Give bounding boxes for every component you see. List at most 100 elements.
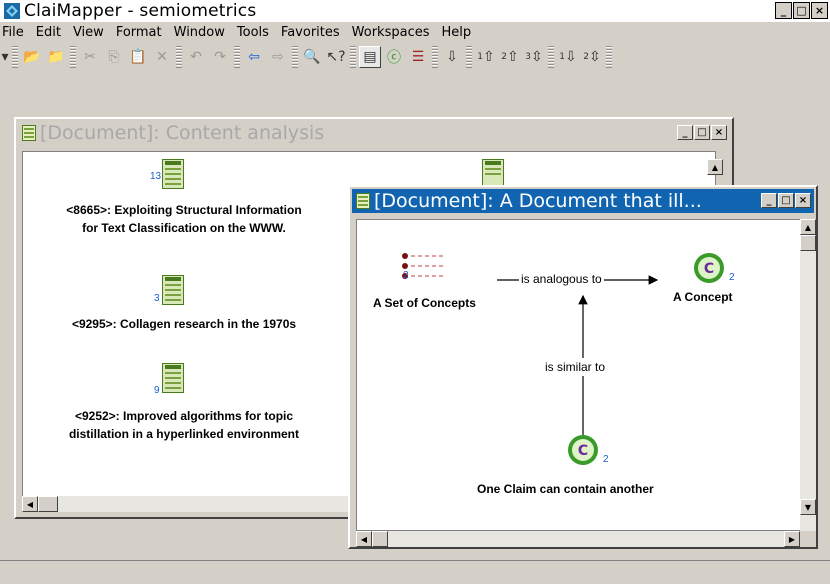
horizontal-scrollbar[interactable] bbox=[356, 531, 800, 547]
find-icon[interactable]: 🔍 bbox=[301, 46, 323, 68]
menu-view[interactable]: View bbox=[67, 25, 110, 40]
concept-label[interactable]: A Concept bbox=[673, 290, 733, 304]
menu-format[interactable]: Format bbox=[110, 25, 168, 40]
close-button[interactable]: × bbox=[811, 2, 828, 19]
minimize-button[interactable]: _ bbox=[761, 193, 777, 208]
menu-workspaces[interactable]: Workspaces bbox=[346, 25, 436, 40]
toolbar-grip bbox=[466, 46, 472, 68]
toolbar-grip bbox=[548, 46, 554, 68]
concept-view-icon[interactable]: ⓒ bbox=[383, 46, 405, 68]
document-node[interactable]: 3 <9295>: Collagen research in the 1970s bbox=[24, 271, 344, 331]
toolbar-grip bbox=[432, 46, 438, 68]
maximize-button[interactable]: □ bbox=[793, 2, 810, 19]
claimapper-logo-icon bbox=[4, 3, 20, 19]
document-count: 9 bbox=[154, 385, 160, 396]
arrow-down-icon[interactable]: ⇩ bbox=[441, 46, 463, 68]
concept-c-icon[interactable]: C bbox=[567, 434, 599, 466]
document-icon bbox=[22, 125, 36, 141]
back-arrow-icon[interactable]: ⇦ bbox=[243, 46, 265, 68]
claim-count: 2 bbox=[603, 454, 609, 465]
title-bar: ClaiMapper - semiometrics _ □ × bbox=[0, 0, 830, 22]
level-up-3-icon[interactable]: 3 ⇳ bbox=[523, 46, 545, 68]
concept-set-icon[interactable] bbox=[397, 248, 447, 288]
document-icon bbox=[162, 275, 184, 305]
delete-icon[interactable]: ✕ bbox=[151, 46, 173, 68]
paste-icon[interactable]: 📋 bbox=[127, 46, 149, 68]
new-folder-icon[interactable]: 📁 bbox=[45, 46, 67, 68]
document-title-cont: for Text Classification on the WWW. bbox=[82, 221, 286, 235]
level-up-1-icon[interactable]: 1 ⇧ bbox=[475, 46, 497, 68]
scroll-left-button[interactable]: ◀ bbox=[356, 531, 372, 547]
menu-favorites[interactable]: Favorites bbox=[275, 25, 346, 40]
redo-icon[interactable]: ↷ bbox=[209, 46, 231, 68]
menu-window[interactable]: Window bbox=[168, 25, 231, 40]
vertical-scrollbar[interactable] bbox=[800, 219, 816, 531]
open-folder-icon[interactable]: 📂 bbox=[21, 46, 43, 68]
menu-edit[interactable]: Edit bbox=[30, 25, 67, 40]
toolbar-grip bbox=[176, 46, 182, 68]
document-count: 3 bbox=[154, 293, 160, 304]
status-bar bbox=[0, 560, 830, 584]
level-down-1-icon[interactable]: 1 ⇩ bbox=[557, 46, 579, 68]
menu-file[interactable]: File bbox=[0, 25, 30, 40]
cut-icon[interactable]: ✂ bbox=[79, 46, 101, 68]
minimize-button[interactable]: _ bbox=[677, 125, 693, 140]
help-pointer-icon[interactable]: ↖? bbox=[325, 46, 347, 68]
toolbar-grip bbox=[292, 46, 298, 68]
set-view-icon[interactable]: ☰ bbox=[407, 46, 429, 68]
toolbar-grip bbox=[234, 46, 240, 68]
document-node[interactable]: 13 <8665>: Exploiting Structural Informa… bbox=[24, 159, 344, 235]
scroll-down-button[interactable]: ▼ bbox=[800, 499, 816, 515]
scroll-up-button[interactable]: ▲ bbox=[800, 219, 816, 235]
document-title-cont: distillation in a hyperlinked environmen… bbox=[68, 427, 300, 441]
toolbar-grip bbox=[350, 46, 356, 68]
scroll-thumb[interactable] bbox=[372, 531, 388, 547]
maximize-button[interactable]: □ bbox=[694, 125, 710, 140]
document-icon bbox=[162, 159, 184, 189]
toolbar-grip bbox=[606, 46, 612, 68]
content-analysis-titlebar[interactable]: [Document]: Content analysis _ □ × bbox=[18, 121, 730, 145]
scroll-right-button[interactable]: ▶ bbox=[784, 531, 800, 547]
menu-tools[interactable]: Tools bbox=[231, 25, 275, 40]
scroll-up-button[interactable]: ▲ bbox=[707, 159, 723, 175]
illustration-titlebar[interactable]: [Document]: A Document that ill... _ □ × bbox=[352, 189, 814, 213]
scroll-thumb[interactable] bbox=[800, 235, 816, 251]
window-title: [Document]: A Document that ill... bbox=[374, 190, 702, 212]
document-title: <8665>: Exploiting Structural Informatio… bbox=[66, 203, 302, 217]
scroll-left-button[interactable]: ◀ bbox=[22, 496, 38, 512]
svg-text:C: C bbox=[578, 443, 588, 459]
forward-arrow-icon[interactable]: ⇨ bbox=[267, 46, 289, 68]
document-title: <9295>: Collagen research in the 1970s bbox=[71, 317, 297, 331]
document-title: <9252>: Improved algorithms for topic bbox=[74, 409, 294, 423]
copy-icon[interactable]: ⎘ bbox=[103, 46, 125, 68]
toolbar-grip bbox=[70, 46, 76, 68]
toolbar-grip bbox=[12, 46, 18, 68]
dropdown-arrow-icon[interactable]: ▾ bbox=[1, 46, 9, 68]
app-title: ClaiMapper - semiometrics bbox=[24, 1, 257, 21]
scroll-thumb[interactable] bbox=[38, 496, 58, 512]
minimize-button[interactable]: _ bbox=[775, 2, 792, 19]
concept-c-icon[interactable]: C bbox=[693, 252, 725, 284]
window-title: [Document]: Content analysis bbox=[40, 122, 325, 144]
illustration-window[interactable]: [Document]: A Document that ill... _ □ × bbox=[348, 185, 818, 549]
concept-count: 2 bbox=[729, 272, 735, 283]
undo-icon[interactable]: ↶ bbox=[185, 46, 207, 68]
svg-text:C: C bbox=[704, 261, 714, 277]
close-button[interactable]: × bbox=[711, 125, 727, 140]
menu-bar: File Edit View Format Window Tools Favor… bbox=[0, 22, 830, 42]
menu-help[interactable]: Help bbox=[436, 25, 478, 40]
maximize-button[interactable]: □ bbox=[778, 193, 794, 208]
claim-label[interactable]: One Claim can contain another bbox=[477, 482, 654, 496]
document-view-icon[interactable]: ▤ bbox=[359, 46, 381, 68]
app-window: ClaiMapper - semiometrics _ □ × File Edi… bbox=[0, 0, 830, 584]
level-up-2-icon[interactable]: 2 ⇧ bbox=[499, 46, 521, 68]
horizontal-scrollbar[interactable] bbox=[22, 496, 362, 512]
map-canvas[interactable]: 2 A Set of Concepts is analogous to C 2 … bbox=[356, 219, 802, 531]
level-down-2-icon[interactable]: 2 ⇳ bbox=[581, 46, 603, 68]
document-count: 13 bbox=[150, 171, 162, 182]
document-node[interactable]: 9 <9252>: Improved algorithms for topic … bbox=[24, 361, 344, 441]
set-label[interactable]: A Set of Concepts bbox=[373, 296, 476, 310]
analogous-link-label[interactable]: is analogous to bbox=[519, 272, 604, 286]
similar-link-label[interactable]: is similar to bbox=[541, 358, 610, 376]
close-button[interactable]: × bbox=[795, 193, 811, 208]
